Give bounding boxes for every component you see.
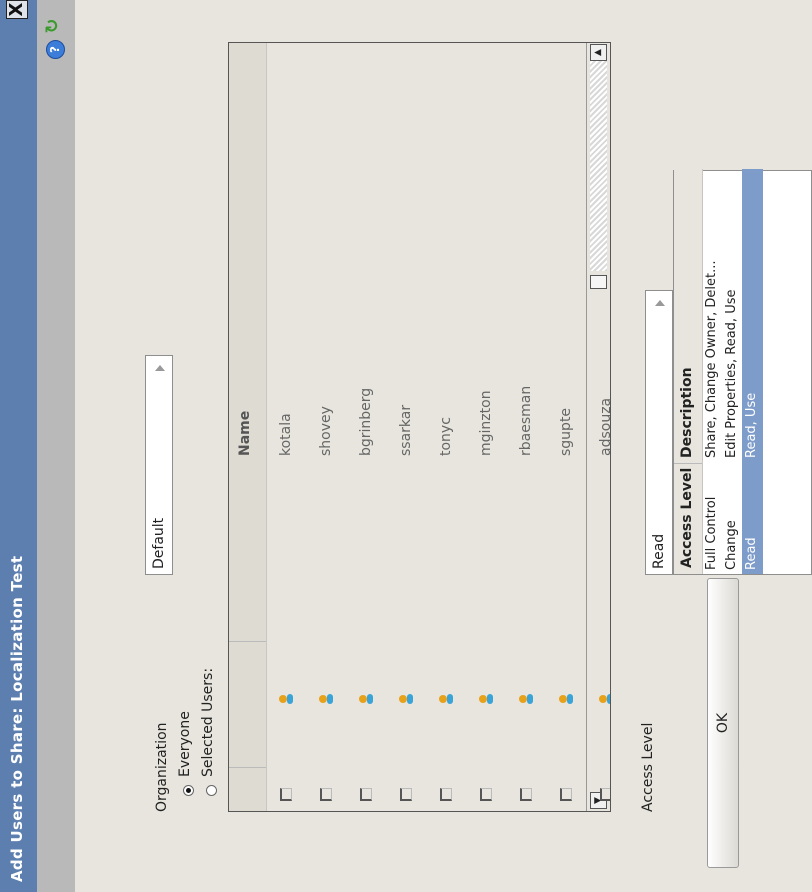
row-name: rbaesman xyxy=(518,385,534,456)
row-name: shovey xyxy=(318,406,334,456)
table-row[interactable]: tonyc xyxy=(429,42,465,811)
user-icon xyxy=(439,694,453,704)
refresh-icon[interactable]: ↻ xyxy=(42,17,63,35)
access-row-description: Read, Use xyxy=(744,392,759,458)
table-row[interactable]: ssarkar xyxy=(389,42,425,811)
access-row-level: Change xyxy=(724,520,739,570)
row-checkbox[interactable] xyxy=(320,788,332,801)
access-row-description: Edit Properties, Read, Use xyxy=(724,289,739,459)
table-row[interactable]: mginzton xyxy=(469,42,505,811)
access-row-level: Read xyxy=(744,537,759,570)
title-bar[interactable]: Add Users to Share: Localization Test X xyxy=(0,0,38,892)
radio-everyone[interactable] xyxy=(183,785,194,796)
row-name: ssarkar xyxy=(398,404,414,456)
close-button[interactable]: X xyxy=(6,0,28,19)
table-row[interactable]: bgrinberg xyxy=(349,42,385,811)
row-name: tonyc xyxy=(438,417,454,456)
access-level-selected-value: Read xyxy=(651,533,667,569)
user-icon xyxy=(479,694,493,704)
table-row[interactable]: sgupte xyxy=(549,42,585,811)
access-row-level: Full Control xyxy=(704,496,719,570)
user-icon xyxy=(319,694,333,704)
radio-everyone-label: Everyone xyxy=(177,711,193,777)
row-name: sgupte xyxy=(558,407,574,456)
access-row-full-control[interactable]: Full Control Share, Change Owner, Delet.… xyxy=(702,169,722,574)
table-header: Name xyxy=(229,42,267,811)
row-checkbox[interactable] xyxy=(400,788,412,801)
row-name: mginzton xyxy=(478,390,494,456)
row-checkbox[interactable] xyxy=(280,788,292,801)
row-checkbox[interactable] xyxy=(480,788,492,801)
column-header-description[interactable]: Description xyxy=(679,367,695,458)
organization-label: Organization xyxy=(154,722,170,812)
table-body: kotala shovey bgrinberg ssarkar tonyc mg… xyxy=(269,42,611,811)
table-row[interactable]: shovey xyxy=(309,42,345,811)
row-name: adsouza xyxy=(598,397,611,456)
table-row[interactable]: kotala xyxy=(269,42,305,811)
column-header-name[interactable]: Name xyxy=(237,411,253,456)
row-checkbox[interactable] xyxy=(600,788,611,801)
user-icon xyxy=(599,694,611,704)
user-icon xyxy=(279,694,293,704)
access-row-change[interactable]: Change Edit Properties, Read, Use xyxy=(722,169,742,574)
access-level-dropdown[interactable]: Read xyxy=(645,290,673,575)
toolbar-strip xyxy=(37,0,75,892)
column-header-access-level[interactable]: Access Level xyxy=(679,468,695,568)
help-icon[interactable]: ? xyxy=(46,40,65,59)
table-row[interactable]: adsouza xyxy=(589,42,611,811)
organization-selected-value: Default xyxy=(151,517,167,569)
chevron-right-icon xyxy=(155,365,165,371)
access-level-list: Access Level Description Full Control Sh… xyxy=(673,169,812,575)
organization-dropdown[interactable]: Default xyxy=(145,355,173,575)
access-row-read[interactable]: Read Read, Use xyxy=(742,169,763,574)
access-level-label: Access Level xyxy=(640,722,656,812)
row-name: kotala xyxy=(278,413,294,456)
access-row-description: Share, Change Owner, Delet... xyxy=(704,260,719,458)
row-checkbox[interactable] xyxy=(560,788,572,801)
users-table: Name ▼ ▲ kotala shovey bgrinberg ssarkar… xyxy=(228,42,611,812)
ok-button[interactable]: OK xyxy=(707,578,739,868)
chevron-right-icon xyxy=(655,300,665,306)
row-name: bgrinberg xyxy=(358,387,374,456)
dialog-title: Add Users to Share: Localization Test xyxy=(8,555,26,882)
header-divider xyxy=(229,641,266,642)
user-icon xyxy=(559,694,573,704)
user-icon xyxy=(519,694,533,704)
access-list-header: Access Level Description xyxy=(674,169,703,574)
row-checkbox[interactable] xyxy=(440,788,452,801)
user-icon xyxy=(399,694,413,704)
dialog-window: Add Users to Share: Localization Test X … xyxy=(0,0,812,892)
radio-selected-users-label: Selected Users: xyxy=(200,667,216,777)
row-checkbox[interactable] xyxy=(360,788,372,801)
header-divider xyxy=(674,463,702,464)
header-divider xyxy=(229,767,266,768)
user-icon xyxy=(359,694,373,704)
table-row[interactable]: rbaesman xyxy=(509,42,545,811)
row-checkbox[interactable] xyxy=(520,788,532,801)
radio-selected-users[interactable] xyxy=(206,785,217,796)
